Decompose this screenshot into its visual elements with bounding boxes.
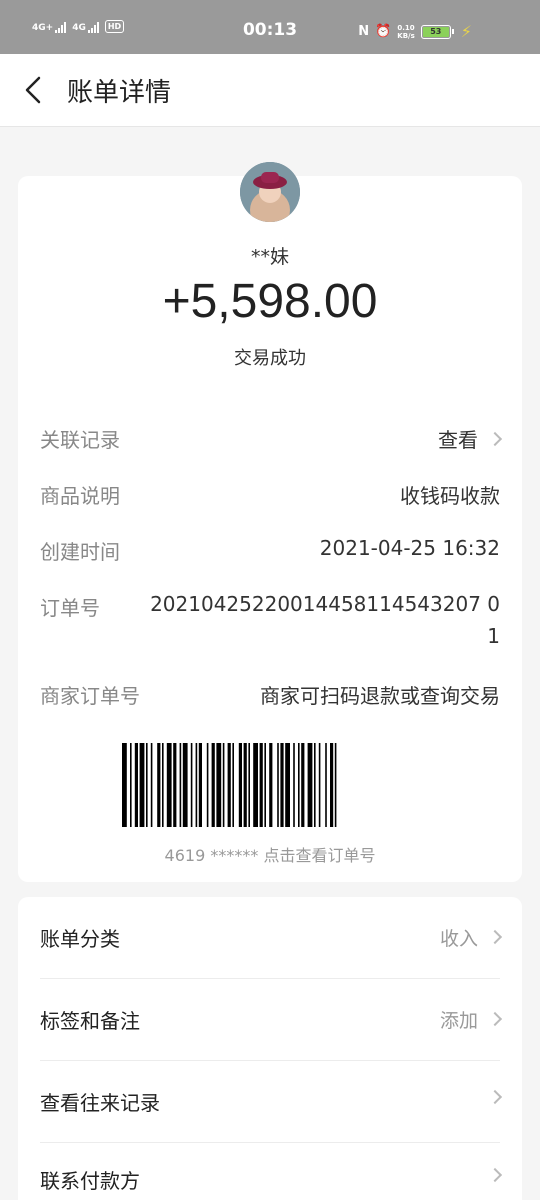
battery-level: 53 (422, 26, 449, 37)
detail-label: 商家订单号 (40, 684, 140, 708)
detail-value: 收钱码收款 (400, 484, 500, 508)
charging-icon: ⚡ (460, 22, 472, 41)
barcode-caption[interactable]: 4619 ****** 点击查看订单号 (18, 842, 522, 866)
chevron-right-icon (487, 1011, 503, 1027)
action-item-tags-notes[interactable]: 标签和备注 添加 (40, 979, 503, 1061)
payer-avatar (240, 162, 300, 222)
detail-value: 2021-04-25 16:32 (319, 536, 500, 560)
avatar-image (240, 162, 300, 222)
detail-value: 20210425220014458114543207 01 (150, 592, 500, 648)
action-label: 账单分类 (40, 927, 120, 951)
nfc-icon: N (358, 24, 370, 39)
action-label: 联系付款方 (40, 1169, 140, 1193)
chevron-right-icon (487, 431, 503, 447)
detail-value: 查看 (438, 424, 503, 453)
header-bar: 账单详情 (0, 54, 540, 127)
action-label: 标签和备注 (40, 1009, 140, 1033)
action-item-contact-payer[interactable]: 联系付款方 (40, 1139, 503, 1200)
view-link[interactable]: 查看 (438, 428, 478, 452)
detail-label: 商品说明 (40, 484, 120, 508)
action-value: 添加 (439, 1006, 503, 1033)
detail-label: 关联记录 (40, 428, 120, 452)
status-right: N ⏰ 0.10 KB/s 53 ⚡ (358, 22, 472, 41)
detail-label: 创建时间 (40, 540, 120, 564)
back-arrow-icon[interactable] (20, 74, 50, 106)
action-value-text: 收入 (439, 928, 478, 950)
bill-summary-card: **妹 +5,598.00 交易成功 关联记录 查看 商品说明 收钱码收款 创建… (18, 162, 522, 882)
merchant-order-barcode[interactable] (122, 743, 418, 827)
alarm-icon: ⏰ (375, 24, 392, 39)
action-label: 查看往来记录 (40, 1091, 160, 1115)
action-value (478, 1088, 503, 1110)
transaction-amount: +5,598.00 (162, 275, 378, 328)
detail-value: 商家可扫码退款或查询交易 (260, 684, 500, 708)
detail-label: 订单号 (40, 596, 100, 620)
transaction-status: 交易成功 (234, 348, 306, 369)
payer-name: **妹 (250, 246, 289, 268)
action-value (478, 1166, 503, 1188)
action-item-history[interactable]: 查看往来记录 (40, 1061, 503, 1143)
network-speed: 0.10 KB/s (397, 24, 414, 40)
action-value-text: 添加 (439, 1010, 478, 1032)
status-bar: 4G+ 4G HD 00:13 N ⏰ 0.10 KB/s 53 ⚡ (0, 0, 540, 54)
chevron-right-icon (487, 929, 503, 945)
chevron-right-icon (487, 1089, 503, 1105)
action-item-category[interactable]: 账单分类 收入 (40, 897, 503, 979)
speed-unit: KB/s (397, 31, 415, 40)
battery-icon: 53 (420, 24, 454, 39)
action-value: 收入 (439, 924, 503, 951)
speed-value: 0.10 (397, 23, 415, 32)
chevron-right-icon (487, 1167, 503, 1183)
bill-actions-card: 账单分类 收入 标签和备注 添加 查看往来记录 联系付款方 (18, 897, 522, 1200)
page-title: 账单详情 (67, 78, 172, 108)
